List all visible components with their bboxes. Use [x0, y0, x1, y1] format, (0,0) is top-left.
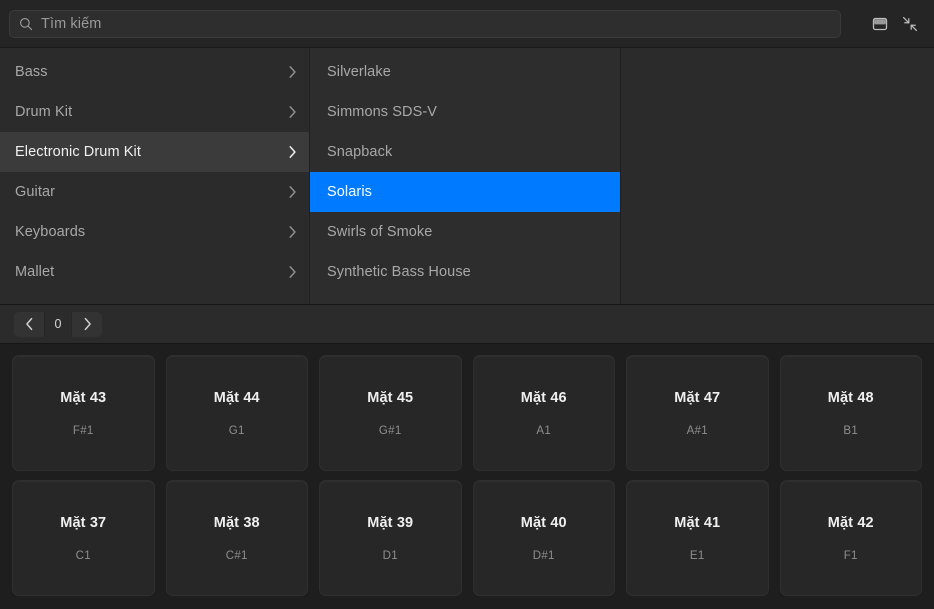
patch-column[interactable]: Silverlake Simmons SDS-V Snapback Solaris Sw… — [310, 48, 621, 304]
browser-item-label: Keyboards — [15, 224, 86, 240]
submenu-chevron — [288, 185, 297, 199]
pad-row: Mặt 43 F#1 Mặt 44 G1 Mặt 45 G#1 Mặt 46 A1 Mặt 47… — [12, 355, 922, 471]
pad-name: Mặt 40 — [520, 514, 567, 531]
chevron-right-icon — [289, 226, 296, 238]
pad-name: Mặt 38 — [213, 514, 260, 531]
pad-mat-41[interactable]: Mặt 41 E1 — [626, 480, 769, 596]
drum-machine-designer-window: Bass Drum Kit Electronic Drum Kit Guitar Key… — [0, 0, 934, 609]
pad-name: Mặt 48 — [827, 389, 874, 406]
category-column[interactable]: Bass Drum Kit Electronic Drum Kit Guitar Key… — [0, 48, 310, 304]
browser-item-drum-kit[interactable]: Drum Kit — [0, 92, 309, 132]
submenu-chevron — [288, 65, 297, 79]
browser-item-label: Snapback — [327, 144, 393, 160]
browser-item-label: Solaris — [327, 184, 373, 200]
pad-name: Mặt 47 — [674, 389, 721, 406]
pad-mat-48[interactable]: Mặt 48 B1 — [779, 355, 922, 471]
browser-item-snapback[interactable]: Snapback — [310, 132, 620, 172]
pad-note: G#1 — [378, 424, 402, 437]
browser-item-label: Mallet — [15, 264, 55, 280]
pad-name: Mặt 43 — [60, 389, 107, 406]
pager-next-button[interactable] — [72, 312, 102, 337]
view-layout-toggle[interactable] — [865, 9, 895, 39]
browser-item-label: Electronic Drum Kit — [15, 144, 141, 160]
search-icon — [20, 17, 33, 30]
pad-name: Mặt 44 — [213, 389, 260, 406]
window-split-icon — [872, 17, 888, 30]
pad-note: F1 — [843, 549, 858, 562]
pad-note: B1 — [843, 424, 859, 437]
browser-item-keyboards[interactable]: Keyboards — [0, 212, 309, 252]
browser-item-synthic[interactable]: Synthic — [310, 292, 620, 304]
collapse-panel-button[interactable] — [895, 9, 925, 39]
pad-name: Mặt 37 — [60, 514, 107, 531]
pad-note: C#1 — [225, 549, 248, 562]
pad-mat-44[interactable]: Mặt 44 G1 — [165, 355, 308, 471]
browser-item-label: Simmons SDS-V — [327, 104, 438, 120]
browser-item-simmons-sds-v[interactable]: Simmons SDS-V — [310, 92, 620, 132]
pad-note: C1 — [75, 549, 91, 562]
chevron-right-icon — [289, 266, 296, 278]
browser-item-silverlake[interactable]: Silverlake — [310, 52, 620, 92]
pad-name: Mặt 45 — [367, 389, 414, 406]
chevron-right-icon — [289, 66, 296, 78]
submenu-chevron — [288, 145, 297, 159]
browser-item-label: Swirls of Smoke — [327, 224, 433, 240]
search-input[interactable] — [41, 10, 831, 37]
browser-item-bass[interactable]: Bass — [0, 52, 309, 92]
pad-note: G1 — [228, 424, 245, 437]
browser-item-electronic-drum-kit[interactable]: Electronic Drum Kit — [0, 132, 309, 172]
pad-name: Mặt 42 — [827, 514, 874, 531]
chevron-right-icon — [289, 186, 296, 198]
pad-name: Mặt 41 — [674, 514, 721, 531]
pad-mat-39[interactable]: Mặt 39 D1 — [319, 480, 462, 596]
browser-item-label: Silverlake — [327, 64, 391, 80]
pad-mat-43[interactable]: Mặt 43 F#1 — [12, 355, 155, 471]
search-field[interactable] — [9, 9, 841, 38]
submenu-chevron — [288, 105, 297, 119]
browser-item-guitar[interactable]: Guitar — [0, 172, 309, 212]
browser-item-label: Bass — [15, 64, 48, 80]
pad-note: D1 — [382, 549, 398, 562]
browser-item-solaris[interactable]: Solaris — [310, 172, 620, 212]
chevron-right-icon — [289, 146, 296, 158]
pad-note: D#1 — [532, 549, 555, 562]
detail-list — [621, 48, 934, 52]
pad-mat-38[interactable]: Mặt 38 C#1 — [165, 480, 308, 596]
browser-item-label: Synthetic Bass House — [327, 264, 471, 280]
pager-bar: 0 — [0, 305, 934, 344]
browser-item-mallet[interactable]: Mallet — [0, 252, 309, 292]
category-list: Bass Drum Kit Electronic Drum Kit Guitar Key… — [0, 48, 309, 292]
pad-name: Mặt 46 — [520, 389, 567, 406]
browser-item-label: Drum Kit — [15, 104, 73, 120]
chevron-left-icon — [25, 317, 32, 331]
submenu-chevron — [288, 225, 297, 239]
pad-bank-pager: 0 — [14, 311, 102, 337]
pad-row: Mặt 37 C1 Mặt 38 C#1 Mặt 39 D1 Mặt 40 D#1 Mặt 41… — [12, 480, 922, 596]
pager-previous-button[interactable] — [14, 312, 44, 337]
pad-note: E1 — [689, 549, 705, 562]
pad-mat-47[interactable]: Mặt 47 A#1 — [626, 355, 769, 471]
toolbar — [0, 0, 934, 48]
pad-mat-45[interactable]: Mặt 45 G#1 — [319, 355, 462, 471]
chevron-right-icon — [84, 317, 91, 331]
chevron-right-icon — [289, 106, 296, 118]
detail-column[interactable] — [621, 48, 934, 304]
pad-mat-42[interactable]: Mặt 42 F1 — [779, 480, 922, 596]
pad-mat-46[interactable]: Mặt 46 A1 — [472, 355, 615, 471]
browser-item-swirls-of-smoke[interactable]: Swirls of Smoke — [310, 212, 620, 252]
pad-note: F#1 — [72, 424, 94, 437]
pad-mat-40[interactable]: Mặt 40 D#1 — [472, 480, 615, 596]
collapse-arrows-icon — [902, 16, 918, 31]
pad-name: Mặt 39 — [367, 514, 414, 531]
pager-value[interactable]: 0 — [45, 311, 71, 337]
library-browser: Bass Drum Kit Electronic Drum Kit Guitar Key… — [0, 48, 934, 305]
pad-grid: Mặt 43 F#1 Mặt 44 G1 Mặt 45 G#1 Mặt 46 A1 Mặt 47… — [0, 344, 934, 609]
pad-note: A#1 — [686, 424, 708, 437]
submenu-chevron — [288, 265, 297, 279]
browser-item-synthetic-bass-house[interactable]: Synthetic Bass House — [310, 252, 620, 292]
pad-mat-37[interactable]: Mặt 37 C1 — [12, 480, 155, 596]
patch-list: Silverlake Simmons SDS-V Snapback Solaris Sw… — [310, 48, 620, 304]
pad-note: A1 — [536, 424, 552, 437]
browser-item-label: Guitar — [15, 184, 56, 200]
